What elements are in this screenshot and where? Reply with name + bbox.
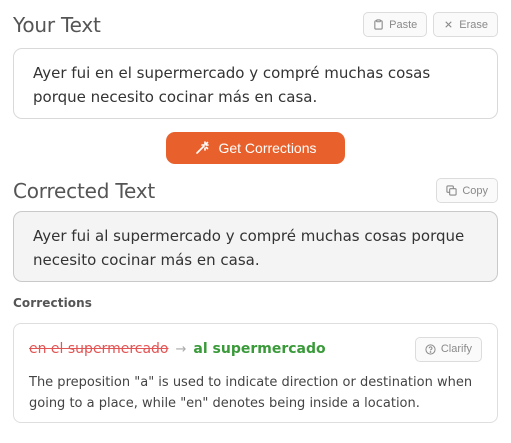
correction-card: en el supermercado → al supermercado Cla…	[13, 323, 498, 423]
get-corrections-button[interactable]: Get Corrections	[166, 132, 345, 164]
erase-label: Erase	[459, 18, 488, 31]
corrected-phrase: al supermercado	[193, 341, 326, 357]
erase-button[interactable]: Erase	[433, 12, 498, 37]
corrected-text-header: Corrected Text Copy	[13, 178, 498, 203]
clipboard-icon	[373, 19, 384, 30]
corrected-text-actions: Copy	[436, 178, 498, 203]
clarify-label: Clarify	[440, 343, 472, 355]
corrected-text-output: Ayer fui al supermercado y compré muchas…	[13, 211, 498, 282]
your-text-title: Your Text	[13, 12, 101, 37]
paste-label: Paste	[389, 18, 418, 31]
get-corrections-label: Get Corrections	[218, 140, 317, 156]
copy-button[interactable]: Copy	[436, 178, 498, 203]
copy-label: Copy	[462, 184, 488, 197]
magic-wand-icon	[194, 140, 210, 156]
your-text-actions: Paste Erase	[363, 12, 498, 37]
correction-row: en el supermercado → al supermercado Cla…	[29, 336, 482, 362]
corrections-label: Corrections	[13, 296, 93, 310]
paste-button[interactable]: Paste	[363, 12, 428, 37]
correction-explanation: The preposition "a" is used to indicate …	[29, 375, 473, 411]
arrow-icon: →	[175, 341, 187, 357]
corrected-text-content: Ayer fui al supermercado y compré muchas…	[33, 227, 465, 269]
your-text-input[interactable]: Ayer fui en el supermercado y compré muc…	[13, 48, 498, 119]
help-circle-icon	[425, 343, 436, 355]
corrected-text-title: Corrected Text	[13, 178, 156, 203]
copy-icon	[446, 185, 457, 196]
original-phrase: en el supermercado	[29, 341, 169, 357]
your-text-header: Your Text Paste Erase	[13, 12, 498, 37]
correction-change: en el supermercado → al supermercado	[29, 341, 326, 357]
your-text-content: Ayer fui en el supermercado y compré muc…	[33, 64, 431, 106]
clarify-button[interactable]: Clarify	[414, 336, 482, 362]
close-icon	[443, 19, 454, 30]
